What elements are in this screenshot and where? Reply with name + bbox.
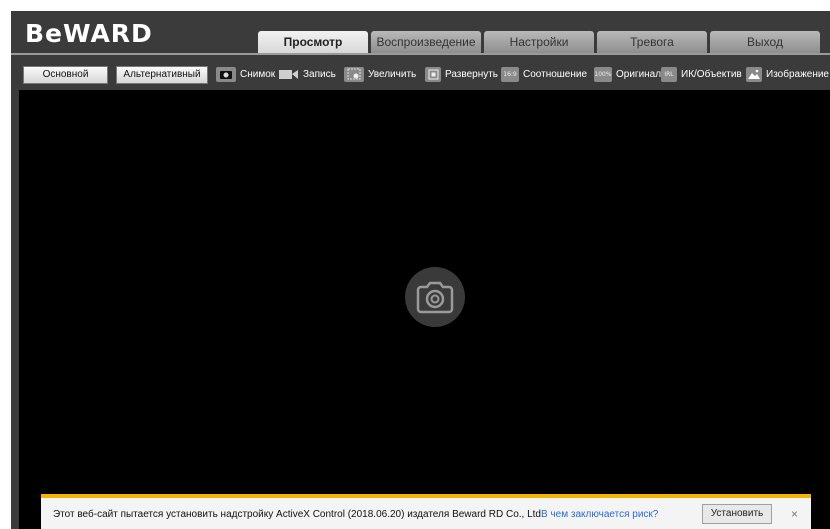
- ir-lens-icon: IRL: [661, 66, 677, 82]
- app-window: BeWARD Просмотр Воспроизведение Настройк…: [11, 11, 830, 529]
- original-size-label: Оригинал: [616, 68, 662, 80]
- camera-placeholder-icon: [405, 267, 465, 327]
- original-size-tool[interactable]: 100% Оригинал: [594, 66, 661, 82]
- zoom-tool[interactable]: Увеличить: [344, 66, 416, 82]
- fullscreen-icon: [425, 66, 441, 82]
- ir-lens-label: ИК/Объектив: [681, 68, 742, 80]
- tab-view[interactable]: Просмотр: [258, 31, 368, 53]
- tab-playback[interactable]: Воспроизведение: [371, 31, 481, 53]
- aspect-ratio-tool[interactable]: 16:9 Соотношение: [501, 66, 587, 82]
- zoom-icon: [344, 66, 364, 82]
- record-tool[interactable]: Запись: [279, 66, 336, 82]
- aspect-ratio-label: Соотношение: [523, 68, 588, 80]
- beward-logo: BeWARD: [25, 19, 153, 48]
- close-icon[interactable]: ×: [791, 507, 798, 521]
- snapshot-label: Снимок: [240, 68, 276, 80]
- zoom-label: Увеличить: [368, 68, 417, 80]
- video-viewport[interactable]: [19, 90, 830, 529]
- main-stream-button[interactable]: Основной: [23, 66, 108, 84]
- tab-settings[interactable]: Настройки: [484, 31, 594, 53]
- header-divider: [11, 53, 830, 55]
- fullscreen-label: Развернуть: [445, 68, 499, 80]
- image-icon: [746, 66, 762, 82]
- video-record-icon: [279, 67, 299, 82]
- original-size-icon: 100%: [594, 66, 612, 82]
- alt-stream-button[interactable]: Альтернативный: [116, 66, 208, 84]
- tab-alarm[interactable]: Тревога: [597, 31, 707, 53]
- install-button[interactable]: Установить: [702, 504, 772, 524]
- ir-lens-tool[interactable]: IRL ИК/Объектив: [661, 66, 742, 82]
- notification-message: Этот веб-сайт пытается установить надстр…: [53, 509, 544, 520]
- image-settings-tool[interactable]: Изображение: [746, 66, 829, 82]
- toolbar: Основной Альтернативный Снимок Запись Ув…: [11, 62, 830, 84]
- camera-icon: [216, 66, 236, 82]
- tab-exit[interactable]: Выход: [710, 31, 820, 53]
- snapshot-tool[interactable]: Снимок: [216, 66, 275, 82]
- image-settings-label: Изображение: [766, 68, 829, 80]
- aspect-ratio-icon: 16:9: [501, 66, 519, 82]
- risk-info-link[interactable]: В чем заключается риск?: [541, 509, 658, 520]
- fullscreen-tool[interactable]: Развернуть: [425, 66, 498, 82]
- activex-notification-bar: Этот веб-сайт пытается установить надстр…: [41, 494, 811, 529]
- record-label: Запись: [303, 68, 336, 80]
